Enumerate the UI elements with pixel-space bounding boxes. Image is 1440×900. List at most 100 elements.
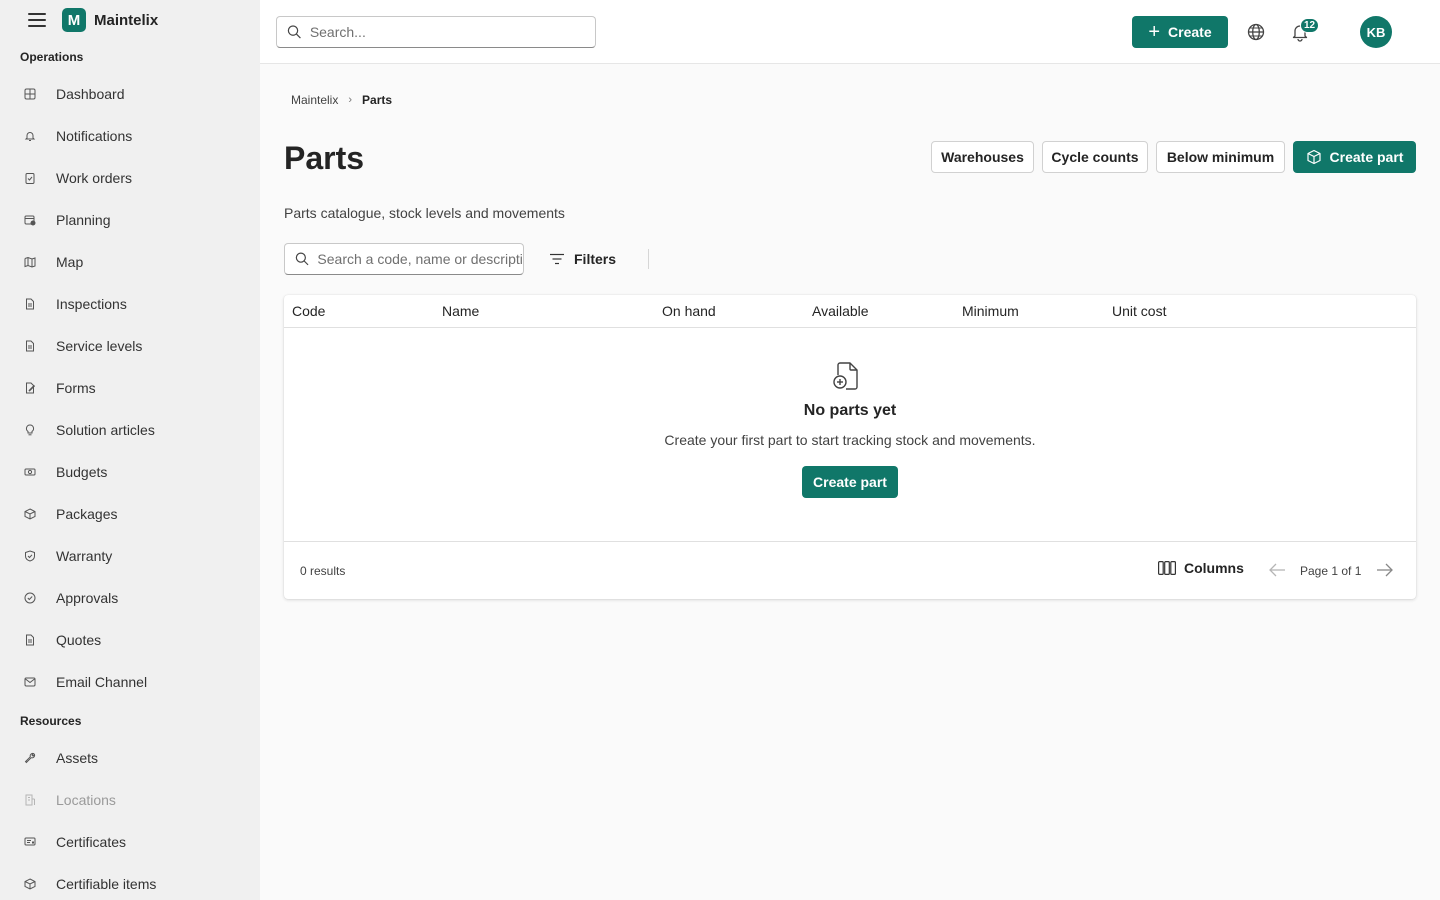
sidebar-item-label: Certifiable items [56, 876, 157, 892]
sidebar-item-label: Warranty [56, 548, 113, 564]
brand: M Maintelix [28, 8, 158, 32]
sidebar-item-packages[interactable]: Packages [0, 496, 260, 532]
building-icon [24, 794, 36, 806]
columns-label: Columns [1184, 560, 1244, 576]
sidebar-item-forms[interactable]: Forms [0, 370, 260, 406]
sidebar-item-label: Assets [56, 750, 99, 766]
sidebar-item-quotes[interactable]: Quotes [0, 622, 260, 658]
certificate-icon [24, 836, 36, 848]
below-minimum-button[interactable]: Below minimum [1156, 141, 1285, 173]
sidebar-item-work-orders[interactable]: Work orders [0, 160, 260, 196]
lightbulb-icon [24, 424, 36, 436]
chevron-right-icon: › [348, 94, 353, 106]
create-part-label: Create part [1329, 149, 1404, 165]
sidebar-item-inspections[interactable]: Inspections [0, 286, 260, 322]
sidebar-item-label: Inspections [56, 296, 127, 312]
filter-icon [550, 253, 564, 265]
user-avatar[interactable]: KB [1360, 16, 1392, 48]
page-title: Parts [284, 140, 365, 176]
arrow-left-icon[interactable] [1268, 562, 1286, 578]
arrow-right-icon[interactable] [1376, 562, 1394, 578]
filters-label: Filters [574, 251, 617, 267]
create-button-label: Create [1168, 24, 1212, 40]
breadcrumb-home[interactable]: Maintelix [291, 93, 338, 107]
sidebar-item-label: Planning [56, 212, 111, 228]
create-button[interactable]: + Create [1132, 16, 1228, 48]
sidebar-item-assets[interactable]: Assets [0, 740, 260, 776]
sidebar-item-dashboard[interactable]: Dashboard [0, 76, 260, 112]
sidebar-item-label: Notifications [56, 128, 133, 144]
sidebar-item-label: Dashboard [56, 86, 125, 102]
sidebar-item-budgets[interactable]: Budgets [0, 454, 260, 490]
column-header-available[interactable]: Available [812, 303, 869, 319]
sidebar: M Maintelix Operations Dashboard Notifica… [0, 0, 260, 900]
toolbar-divider [648, 249, 649, 269]
empty-state-title: No parts yet [803, 402, 897, 419]
warehouses-button[interactable]: Warehouses [931, 141, 1034, 173]
column-header-unit-cost[interactable]: Unit cost [1112, 303, 1166, 319]
box-icon [1306, 149, 1321, 165]
sidebar-item-locations[interactable]: Locations [0, 782, 260, 818]
dashboard-icon [24, 88, 36, 100]
cycle-counts-button[interactable]: Cycle counts [1042, 141, 1148, 173]
table-header: Code Name On hand Available Minimum Unit… [284, 295, 1416, 328]
sidebar-item-label: Budgets [56, 464, 108, 480]
sidebar-item-warranty[interactable]: Warranty [0, 538, 260, 574]
columns-button[interactable]: Columns [1158, 560, 1244, 576]
search-icon [287, 25, 301, 39]
section-title-operations: Operations [20, 50, 84, 64]
sidebar-item-label: Locations [56, 792, 116, 808]
notification-badge: 12 [1300, 18, 1320, 33]
page-subtitle: Parts catalogue, stock levels and moveme… [284, 205, 565, 221]
column-header-minimum[interactable]: Minimum [962, 303, 1019, 319]
sidebar-item-label: Solution articles [56, 422, 155, 438]
search-icon [295, 252, 309, 266]
sidebar-item-label: Quotes [56, 632, 102, 648]
sidebar-item-approvals[interactable]: Approvals [0, 580, 260, 616]
create-part-button[interactable]: Create part [1293, 141, 1416, 173]
section-title-resources: Resources [20, 714, 82, 728]
money-icon [24, 466, 36, 478]
sidebar-item-label: Forms [56, 380, 96, 396]
sidebar-item-label: Email Channel [56, 674, 148, 690]
map-icon [24, 256, 36, 268]
sidebar-item-label: Approvals [56, 590, 119, 606]
calendar-icon [24, 214, 36, 226]
sidebar-item-label: Work orders [56, 170, 132, 186]
columns-icon [1158, 561, 1176, 575]
parts-search-input[interactable] [317, 251, 523, 267]
sidebar-item-notifications[interactable]: Notifications [0, 118, 260, 154]
hamburger-menu-icon[interactable] [28, 13, 46, 27]
app-name: Maintelix [94, 11, 159, 29]
globe-icon[interactable] [1246, 22, 1266, 42]
document-icon [24, 340, 36, 352]
sidebar-item-certifiable-items[interactable]: Certifiable items [0, 866, 260, 900]
plus-icon: + [1148, 21, 1161, 43]
page-indicator: Page 1 of 1 [1300, 564, 1362, 578]
column-header-name[interactable]: Name [442, 303, 479, 319]
sidebar-item-label: Packages [56, 506, 118, 522]
global-search-input[interactable] [309, 24, 595, 40]
parts-search[interactable] [284, 243, 524, 275]
sidebar-item-email-channel[interactable]: Email Channel [0, 664, 260, 700]
table-footer: 0 results Columns Page 1 of 1 [284, 541, 1416, 599]
column-header-code[interactable]: Code [292, 303, 325, 319]
sidebar-item-map[interactable]: Map [0, 244, 260, 280]
empty-create-part-button[interactable]: Create part [802, 466, 898, 498]
document-add-icon [833, 362, 858, 390]
bell-icon [24, 130, 36, 142]
breadcrumb-current: Parts [362, 93, 393, 107]
filters-button[interactable]: Filters [550, 243, 616, 275]
parts-table: Code Name On hand Available Minimum Unit… [284, 295, 1416, 599]
sidebar-item-planning[interactable]: Planning [0, 202, 260, 238]
column-header-on-hand[interactable]: On hand [662, 303, 716, 319]
shield-icon [24, 550, 36, 562]
global-search[interactable] [276, 16, 596, 48]
top-bar: + Create 12 KB [260, 0, 1440, 64]
empty-state-text: Create your first part to start tracking… [664, 432, 1036, 448]
sidebar-item-service-levels[interactable]: Service levels [0, 328, 260, 364]
package-icon [24, 878, 36, 890]
form-edit-icon [24, 382, 36, 394]
sidebar-item-certificates[interactable]: Certificates [0, 824, 260, 860]
sidebar-item-solution-articles[interactable]: Solution articles [0, 412, 260, 448]
